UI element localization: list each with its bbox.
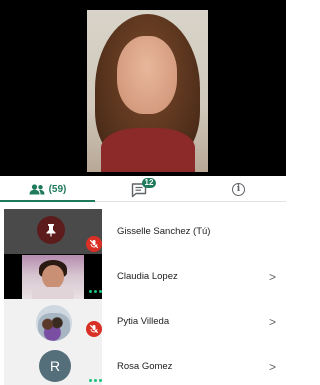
main-video-area[interactable]	[0, 0, 286, 176]
participant-name: Pytia Villeda	[117, 316, 170, 327]
participant-row[interactable]: R Rosa Gomez >	[0, 344, 286, 385]
people-icon	[29, 183, 45, 195]
indicator-dot	[94, 290, 97, 293]
participant-face	[42, 265, 64, 289]
main-speaker-video[interactable]	[87, 10, 208, 172]
pin-icon	[46, 224, 56, 237]
participant-row[interactable]: Claudia Lopez >	[0, 254, 286, 299]
tab-info[interactable]: i	[191, 176, 286, 202]
indicator-dot	[99, 290, 102, 293]
participant-name: Gisselle Sanchez (Tú)	[117, 226, 211, 237]
speaking-indicator	[89, 290, 102, 293]
meeting-tab-bar: (59) 12 i	[0, 176, 286, 202]
indicator-dot	[89, 290, 92, 293]
chat-icon-wrap: 12	[131, 178, 156, 198]
participant-tile	[4, 299, 102, 344]
chevron-right-icon[interactable]: >	[269, 344, 276, 385]
participant-tile: R	[4, 344, 102, 385]
indicator-dot	[99, 379, 102, 382]
tab-chat[interactable]: 12	[95, 176, 191, 202]
participant-name: Claudia Lopez	[117, 271, 178, 282]
mic-off-icon	[89, 324, 99, 334]
pin-button[interactable]	[37, 216, 65, 244]
participant-row[interactable]: Pytia Villeda >	[0, 299, 286, 344]
indicator-dot	[94, 379, 97, 382]
speaker-face	[117, 36, 177, 114]
mic-off-icon	[89, 239, 99, 249]
tab-people[interactable]: (59)	[0, 176, 95, 202]
chevron-right-icon[interactable]: >	[269, 299, 276, 344]
participant-tile	[4, 209, 102, 254]
avatar-photo-content	[38, 313, 70, 341]
mic-off-badge	[86, 321, 102, 337]
info-icon: i	[232, 182, 245, 196]
participant-list: Gisselle Sanchez (Tú) Claudia Lopez > Py…	[0, 203, 286, 385]
participant-shirt	[32, 287, 74, 299]
speaking-indicator	[89, 379, 102, 382]
participant-video	[22, 255, 84, 299]
speaker-shirt	[101, 128, 195, 172]
chevron-right-icon[interactable]: >	[269, 254, 276, 299]
active-tab-indicator	[0, 200, 95, 202]
participant-tile	[4, 254, 102, 299]
avatar: R	[39, 350, 71, 382]
participant-name: Rosa Gomez	[117, 361, 173, 372]
indicator-dot	[89, 379, 92, 382]
mic-off-badge	[86, 236, 102, 252]
chat-unread-badge: 12	[142, 178, 156, 188]
participant-row[interactable]: Gisselle Sanchez (Tú)	[0, 209, 286, 254]
people-count: (59)	[48, 183, 67, 195]
avatar	[36, 305, 72, 341]
